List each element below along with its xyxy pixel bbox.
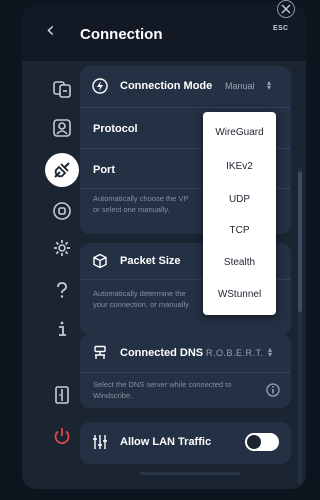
protocol-option-ikev2[interactable]: IKEv2: [203, 161, 276, 172]
protocol-label: Protocol: [93, 123, 138, 135]
close-icon: [281, 4, 291, 14]
divider: [80, 107, 291, 108]
sidebar-item-robert[interactable]: [51, 200, 73, 222]
protocol-option-udp[interactable]: UDP: [203, 194, 276, 205]
esc-label: ESC: [273, 25, 289, 32]
info-icon: [59, 321, 66, 336]
account-icon: [53, 119, 71, 137]
close-button[interactable]: [277, 0, 295, 18]
connection-mode-value[interactable]: Manual: [225, 81, 255, 91]
cube-icon: [93, 253, 107, 269]
port-label: Port: [93, 164, 115, 176]
sidebar-item-sign-out[interactable]: [51, 384, 73, 406]
help-icon: [57, 282, 67, 298]
sidebar-item-split-tunnel[interactable]: [51, 78, 73, 100]
bolt-icon: [92, 78, 108, 94]
sidebar-item-preferences[interactable]: [51, 237, 73, 259]
sliders-icon: [93, 435, 107, 449]
page-title: Connection: [80, 26, 163, 43]
split-tunnel-icon: [53, 81, 71, 98]
power-icon: [54, 428, 70, 445]
gear-icon: [54, 240, 70, 256]
sidebar-item-connection[interactable]: [45, 153, 79, 187]
connection-icon: [54, 162, 70, 178]
divider: [80, 372, 291, 373]
toggle-knob: [247, 435, 261, 449]
chevron-updown-icon: ▴ ▾: [268, 345, 273, 359]
bottom-scroll-indicator: [140, 472, 240, 475]
sidebar: [22, 61, 82, 489]
connected-dns-card: Connected DNS R.O.B.E.R.T. ▴ ▾ Select the…: [80, 334, 291, 408]
sidebar-item-account[interactable]: [51, 117, 73, 139]
packet-size-description: Automatically determine the your connect…: [93, 289, 189, 309]
protocol-option-tcp[interactable]: TCP: [203, 225, 276, 236]
header-bar: [22, 5, 306, 61]
sidebar-item-quit[interactable]: [51, 425, 73, 447]
packet-size-label: Packet Size: [120, 255, 181, 267]
connection-mode-label: Connection Mode: [120, 80, 213, 92]
connected-dns-value[interactable]: R.O.B.E.R.T.: [206, 348, 264, 358]
connected-dns-label: Connected DNS: [120, 347, 204, 359]
protocol-option-wstunnel[interactable]: WStunnel: [203, 289, 276, 300]
protocol-option-wireguard[interactable]: WireGuard: [203, 127, 276, 138]
chevron-updown-icon: ▴ ▾: [267, 78, 272, 92]
connected-dns-description: Select the DNS server while connected to…: [93, 380, 232, 400]
lan-traffic-label: Allow LAN Traffic: [120, 436, 212, 448]
sidebar-item-about[interactable]: [51, 318, 73, 340]
robert-icon: [53, 202, 71, 220]
sign-out-icon: [55, 386, 69, 404]
sidebar-item-help[interactable]: [51, 279, 73, 301]
protocol-option-stealth[interactable]: Stealth: [203, 257, 276, 268]
info-icon[interactable]: [266, 383, 280, 397]
dns-server-icon: [94, 345, 106, 359]
scrollbar-thumb[interactable]: [298, 172, 302, 312]
connection-mode-description: Automatically choose the VP or select on…: [93, 194, 189, 214]
protocol-dropdown: WireGuard IKEv2 UDP TCP Stealth WStunnel: [203, 112, 276, 315]
lan-traffic-toggle[interactable]: [245, 433, 279, 451]
back-button[interactable]: ‹: [46, 20, 55, 42]
